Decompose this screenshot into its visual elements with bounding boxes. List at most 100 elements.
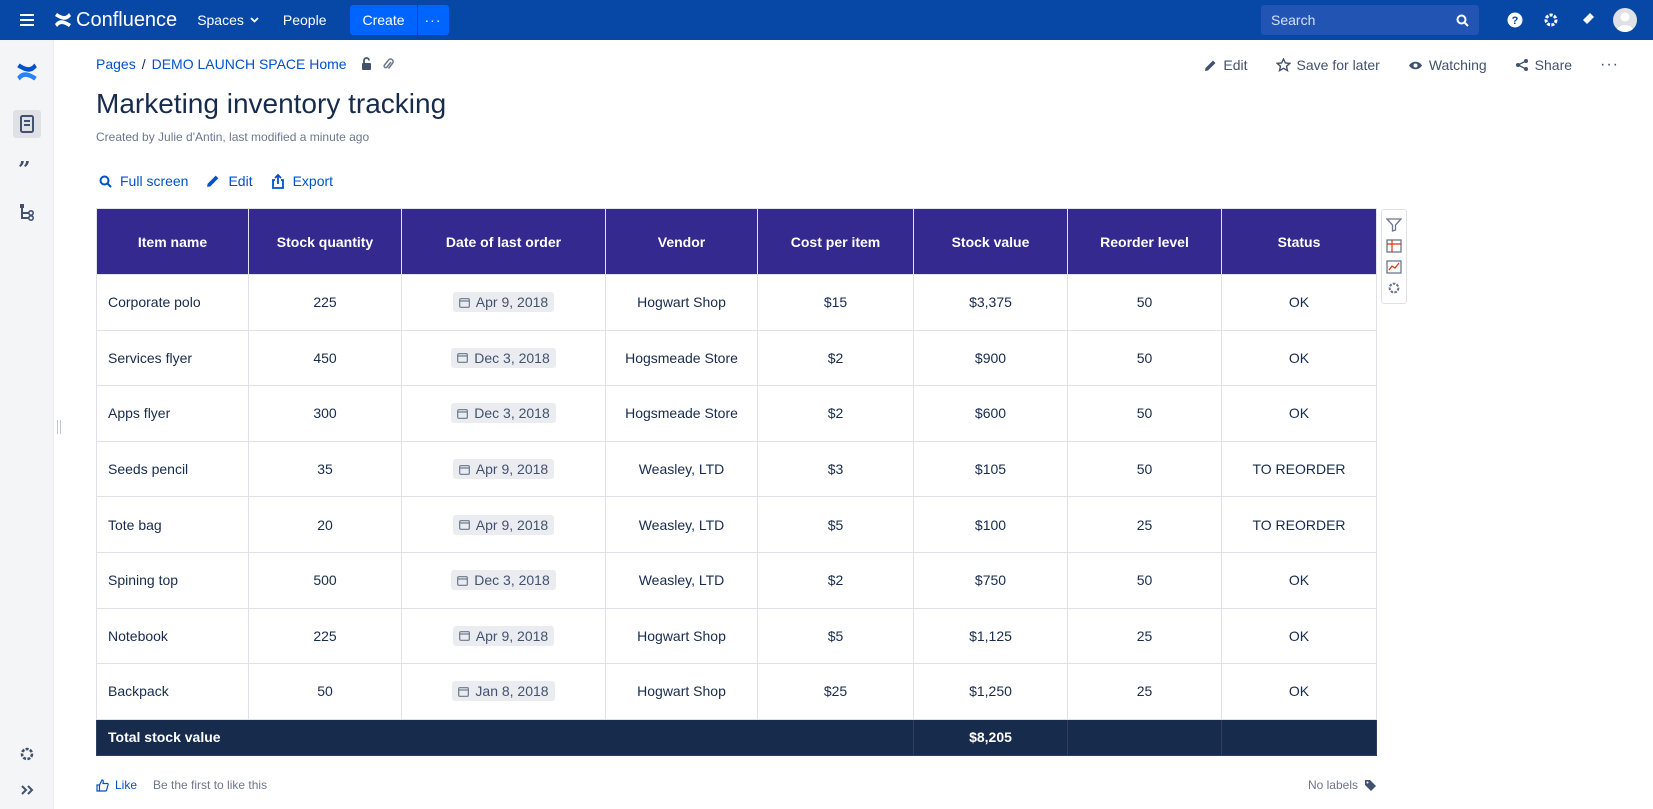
notifications-icon[interactable] (1569, 0, 1605, 40)
column-header[interactable]: Status (1221, 208, 1377, 275)
date-lozenge: Jan 8, 2018 (452, 681, 555, 702)
confluence-space-icon[interactable] (13, 58, 41, 86)
labels-section[interactable]: No labels (1308, 778, 1377, 792)
space-settings-gear-icon[interactable] (13, 740, 41, 768)
full-screen-button[interactable]: Full screen (99, 173, 188, 189)
help-icon[interactable]: ? (1497, 0, 1533, 40)
table-cell: Apr 9, 2018 (401, 496, 606, 553)
breadcrumb-space-link[interactable]: DEMO LAUNCH SPACE Home (152, 56, 347, 72)
save-for-later-button[interactable]: Save for later (1275, 57, 1380, 73)
table-cell: $900 (913, 329, 1068, 387)
search-input[interactable]: Search (1261, 5, 1479, 35)
table-cell: OK (1221, 551, 1377, 609)
people-link[interactable]: People (283, 12, 327, 28)
column-header[interactable]: Item name (96, 208, 249, 275)
pivot-table-icon[interactable] (1386, 239, 1402, 253)
table-cell: Backpack (96, 663, 249, 720)
table-cell: OK (1221, 274, 1377, 331)
table-cell: 25 (1067, 663, 1222, 720)
table-cell: Weasley, LTD (605, 440, 758, 498)
date-text: Apr 9, 2018 (475, 294, 549, 311)
like-label: Like (115, 778, 138, 792)
calendar-icon (457, 575, 469, 586)
user-avatar[interactable] (1613, 8, 1637, 32)
column-header[interactable]: Stock value (913, 208, 1068, 275)
column-header[interactable]: Reorder level (1067, 208, 1222, 275)
date-text: Dec 3, 2018 (474, 349, 550, 366)
no-labels-text: No labels (1307, 778, 1358, 792)
pencil-icon (207, 175, 219, 187)
thumbs-up-icon (96, 778, 109, 792)
table-cell: Dec 3, 2018 (401, 329, 606, 387)
table-cell: Hogwart Shop (605, 607, 758, 665)
table-cell: $5 (757, 607, 914, 665)
share-label: Share (1534, 57, 1573, 73)
create-button[interactable]: Create (350, 5, 417, 35)
column-header[interactable]: Stock quantity (248, 208, 402, 275)
table-edit-button[interactable]: Edit (206, 173, 253, 189)
date-lozenge: Apr 9, 2018 (452, 514, 555, 535)
table-cell: 25 (1067, 607, 1222, 665)
table-settings-gear-icon[interactable] (1387, 281, 1401, 295)
column-header[interactable]: Cost per item (757, 208, 914, 275)
filter-icon[interactable] (1386, 217, 1402, 232)
unlocked-restrictions-icon[interactable] (361, 57, 374, 71)
calendar-icon (458, 687, 470, 697)
settings-gear-icon[interactable] (1533, 0, 1569, 40)
page-tree-icon[interactable] (13, 198, 41, 226)
table-cell: OK (1221, 329, 1377, 387)
total-value: $8,205 (913, 718, 1068, 756)
table-cell: 300 (248, 385, 402, 442)
edit-label: Edit (1223, 57, 1248, 73)
column-header[interactable]: Vendor (605, 208, 758, 275)
table-cell: 50 (1067, 551, 1222, 609)
table-cell: $25 (757, 663, 914, 720)
spaces-label: Spaces (197, 12, 244, 28)
page-title: Marketing inventory tracking (96, 88, 447, 119)
menu-icon[interactable] (0, 0, 54, 40)
blog-quote-icon[interactable]: ” (13, 154, 41, 182)
page-meta: Created by Julie d'Antin, last modified … (96, 130, 370, 144)
sidebar-resize-handle[interactable] (57, 420, 61, 434)
confluence-logo[interactable]: Confluence (54, 9, 177, 32)
table-edit-label: Edit (228, 173, 253, 189)
top-navigation: Confluence Spaces People Create ··· Sear… (0, 0, 1653, 40)
table-cell: $2 (757, 551, 914, 609)
table-cell: Dec 3, 2018 (401, 551, 606, 609)
like-section: Like Be the first to like this (96, 778, 267, 792)
table-cell: Services flyer (96, 329, 249, 387)
table-cell: $750 (913, 551, 1068, 609)
pages-icon[interactable] (13, 110, 41, 138)
column-header[interactable]: Date of last order (401, 208, 606, 275)
table-toolbar: Full screen Edit Export (99, 173, 351, 189)
export-button[interactable]: Export (271, 173, 333, 189)
edit-page-button[interactable]: Edit (1204, 57, 1248, 73)
breadcrumb-pages-link[interactable]: Pages (96, 56, 136, 72)
table-cell: $600 (913, 385, 1068, 442)
chevron-down-icon (250, 17, 259, 23)
expand-sidebar-icon[interactable] (13, 776, 41, 804)
like-button[interactable]: Like (96, 778, 137, 792)
create-more-button[interactable]: ··· (416, 5, 449, 35)
table-row: Backpack 50 Jan 8, 2018 Hogwart Shop $25 $1,2… (96, 663, 1377, 720)
chart-icon[interactable] (1386, 260, 1402, 274)
table-row: Services flyer 450 Dec 3, 2018 Hogsmeade St… (96, 329, 1377, 387)
spaces-menu[interactable]: Spaces (197, 12, 259, 28)
inventory-table-container: Item name Stock quantity Date of last or… (96, 208, 1377, 756)
total-empty-cell (1067, 718, 1222, 756)
table-cell: 450 (248, 329, 402, 387)
table-row: Apps flyer 300 Dec 3, 2018 Hogsmeade Store $… (96, 385, 1377, 442)
calendar-icon (457, 353, 469, 364)
table-cell: Weasley, LTD (605, 551, 758, 609)
table-cell: 50 (1067, 329, 1222, 387)
svg-text:”: ” (18, 161, 31, 175)
table-cell: Apps flyer (96, 385, 249, 442)
table-cell: $2 (757, 329, 914, 387)
table-cell: Hogsmeade Store (605, 329, 758, 387)
table-cell: $5 (757, 496, 914, 553)
attachment-icon[interactable] (382, 57, 394, 71)
share-button[interactable]: Share (1515, 57, 1572, 73)
more-actions-button[interactable]: ··· (1600, 56, 1619, 74)
date-lozenge: Dec 3, 2018 (451, 570, 556, 591)
watching-button[interactable]: Watching (1408, 57, 1487, 73)
